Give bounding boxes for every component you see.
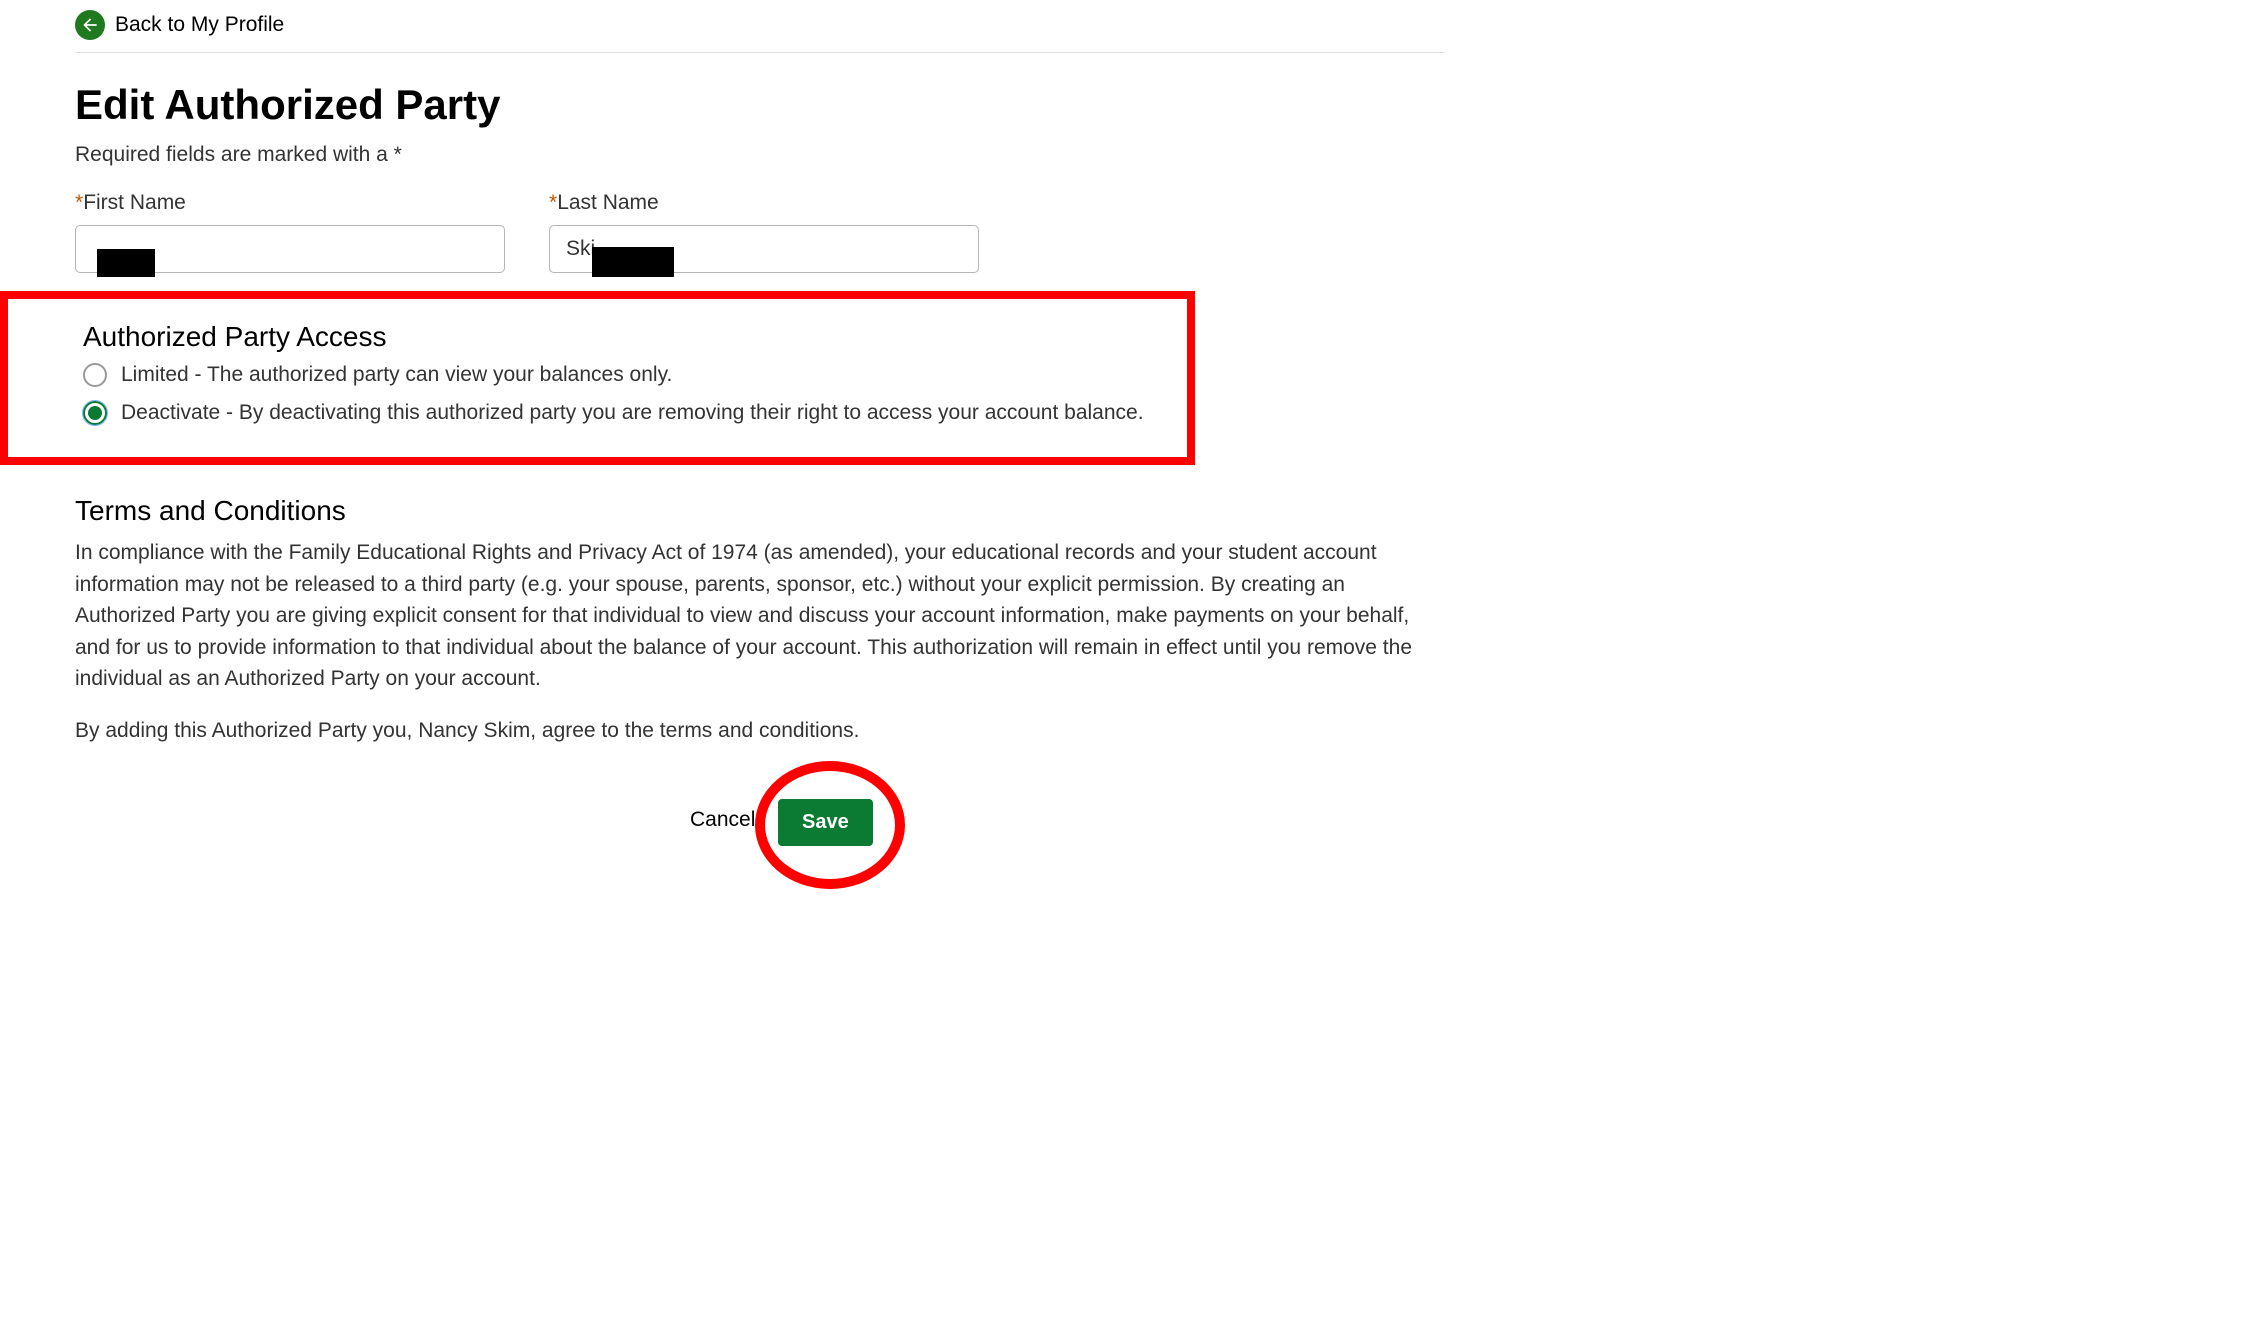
page-title: Edit Authorized Party [75,81,1475,129]
save-button[interactable]: Save [778,799,873,846]
radio-option-limited[interactable]: Limited - The authorized party can view … [83,363,1187,387]
last-name-label: *Last Name [549,191,979,215]
cancel-button[interactable]: Cancel [690,808,755,832]
terms-paragraph-1: In compliance with the Family Educationa… [75,537,1445,695]
radio-icon [83,363,107,387]
required-fields-note: Required fields are marked with a * [75,143,1475,167]
arrow-left-circle-icon [75,10,105,40]
redaction-block [97,249,155,277]
first-name-label: *First Name [75,191,505,215]
radio-label-deactivate: Deactivate - By deactivating this author… [121,401,1144,425]
back-to-profile-link[interactable]: Back to My Profile [75,10,1475,52]
radio-icon [83,401,107,425]
terms-paragraph-2: By adding this Authorized Party you, Nan… [75,715,1445,747]
back-link-label: Back to My Profile [115,13,284,37]
terms-section-title: Terms and Conditions [75,495,1475,527]
access-section-title: Authorized Party Access [83,321,1187,353]
divider [75,52,1445,53]
radio-option-deactivate[interactable]: Deactivate - By deactivating this author… [83,401,1187,425]
highlighted-access-section: Authorized Party Access Limited - The au… [0,291,1195,465]
redaction-block [592,247,674,277]
radio-label-limited: Limited - The authorized party can view … [121,363,672,387]
